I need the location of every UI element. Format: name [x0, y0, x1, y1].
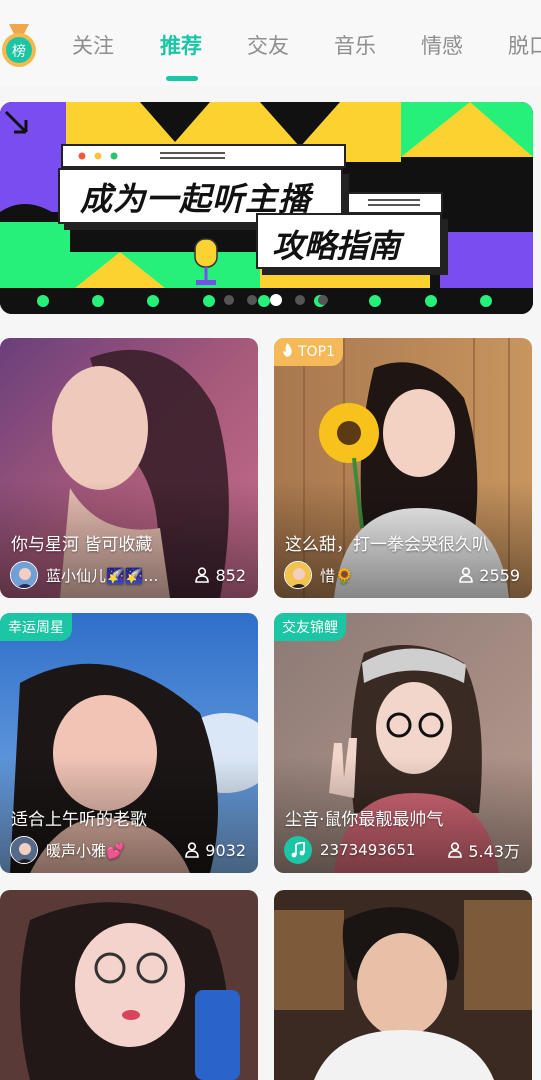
room-card[interactable] — [0, 890, 258, 1080]
tab-emotion[interactable]: 情感 — [421, 30, 463, 60]
room-cover-image — [0, 338, 258, 598]
listener-number: 5.43万 — [468, 842, 520, 861]
tab-talk-show[interactable]: 脱口 — [508, 30, 541, 60]
person-icon — [195, 567, 210, 583]
room-card[interactable]: TOP1 这么甜，打一拳会哭很久叭 惜🌻 2559 — [274, 338, 532, 598]
person-icon — [459, 567, 474, 583]
friend-koi-tag: 交友锦鲤 — [274, 613, 346, 641]
room-cover-image — [0, 613, 258, 873]
fire-icon — [282, 343, 293, 361]
host-name: 2373493651 — [320, 841, 416, 859]
room-cover-image — [0, 890, 258, 1080]
host-info[interactable]: 暖声小雅💕 — [10, 835, 125, 865]
listener-count: 852 — [195, 560, 246, 590]
room-cover-image — [274, 613, 532, 873]
room-title: 适合上午听的老歌 — [11, 810, 147, 830]
listener-count: 5.43万 — [448, 835, 520, 865]
room-cover-image — [274, 890, 532, 1080]
carousel-dot[interactable] — [224, 295, 234, 305]
host-avatar[interactable] — [284, 561, 312, 589]
room-card[interactable]: 幸运周星 适合上午听的老歌 暖声小雅💕 9032 — [0, 613, 258, 873]
rank-tag-label: TOP1 — [298, 344, 335, 360]
carousel-dot[interactable] — [295, 295, 305, 305]
listener-number: 9032 — [205, 840, 246, 860]
category-tab-bar: 榜 关注 推荐 交友 音乐 情感 脱口 — [0, 0, 541, 86]
host-name: 惜🌻 — [320, 566, 354, 585]
rank-medal-icon[interactable]: 榜 — [1, 24, 37, 70]
tab-music[interactable]: 音乐 — [334, 30, 376, 60]
carousel-dot[interactable] — [318, 295, 328, 305]
music-note-icon[interactable] — [284, 836, 312, 864]
lucky-star-tag: 幸运周星 — [0, 613, 72, 641]
banner-subheadline: 攻略指南 — [272, 227, 401, 265]
carousel-dot[interactable] — [247, 295, 257, 305]
host-info[interactable]: 蓝小仙儿🌠🌠… — [10, 560, 158, 590]
listener-count: 2559 — [459, 560, 520, 590]
listener-number: 852 — [215, 565, 246, 585]
tab-follow[interactable]: 关注 — [72, 30, 114, 60]
host-name: 暖声小雅💕 — [46, 841, 125, 860]
host-avatar[interactable] — [10, 836, 38, 864]
room-card[interactable]: 你与星河 皆可收藏 蓝小仙儿🌠🌠… 852 — [0, 338, 258, 598]
room-title: 你与星河 皆可收藏 — [11, 535, 153, 555]
tab-recommend[interactable]: 推荐 — [160, 30, 202, 60]
room-title: 尘音·鼠你最靓最帅气 — [285, 810, 444, 830]
room-title: 这么甜，打一拳会哭很久叭 — [285, 535, 489, 555]
app-root: 榜 关注 推荐 交友 音乐 情感 脱口 成为一起听主播 攻略指南 你与星河 皆可… — [0, 0, 541, 1080]
rank-tag: TOP1 — [274, 338, 343, 366]
tab-friends[interactable]: 交友 — [247, 30, 289, 60]
host-info[interactable]: 2373493651 — [284, 835, 415, 865]
listener-number: 2559 — [479, 565, 520, 585]
promo-banner[interactable]: 成为一起听主播 攻略指南 — [0, 102, 533, 314]
room-card[interactable]: 交友锦鲤 尘音·鼠你最靓最帅气 2373493651 5.43万 — [274, 613, 532, 873]
person-icon — [448, 842, 463, 858]
listener-count: 9032 — [185, 835, 246, 865]
room-card[interactable] — [274, 890, 532, 1080]
active-tab-indicator — [166, 76, 198, 81]
host-info[interactable]: 惜🌻 — [284, 560, 354, 590]
carousel-dot-active[interactable] — [270, 294, 282, 306]
host-avatar[interactable] — [10, 561, 38, 589]
person-icon — [185, 842, 200, 858]
room-cover-image — [274, 338, 532, 598]
host-name: 蓝小仙儿🌠🌠… — [46, 566, 159, 585]
rank-badge-label: 榜 — [12, 43, 26, 60]
